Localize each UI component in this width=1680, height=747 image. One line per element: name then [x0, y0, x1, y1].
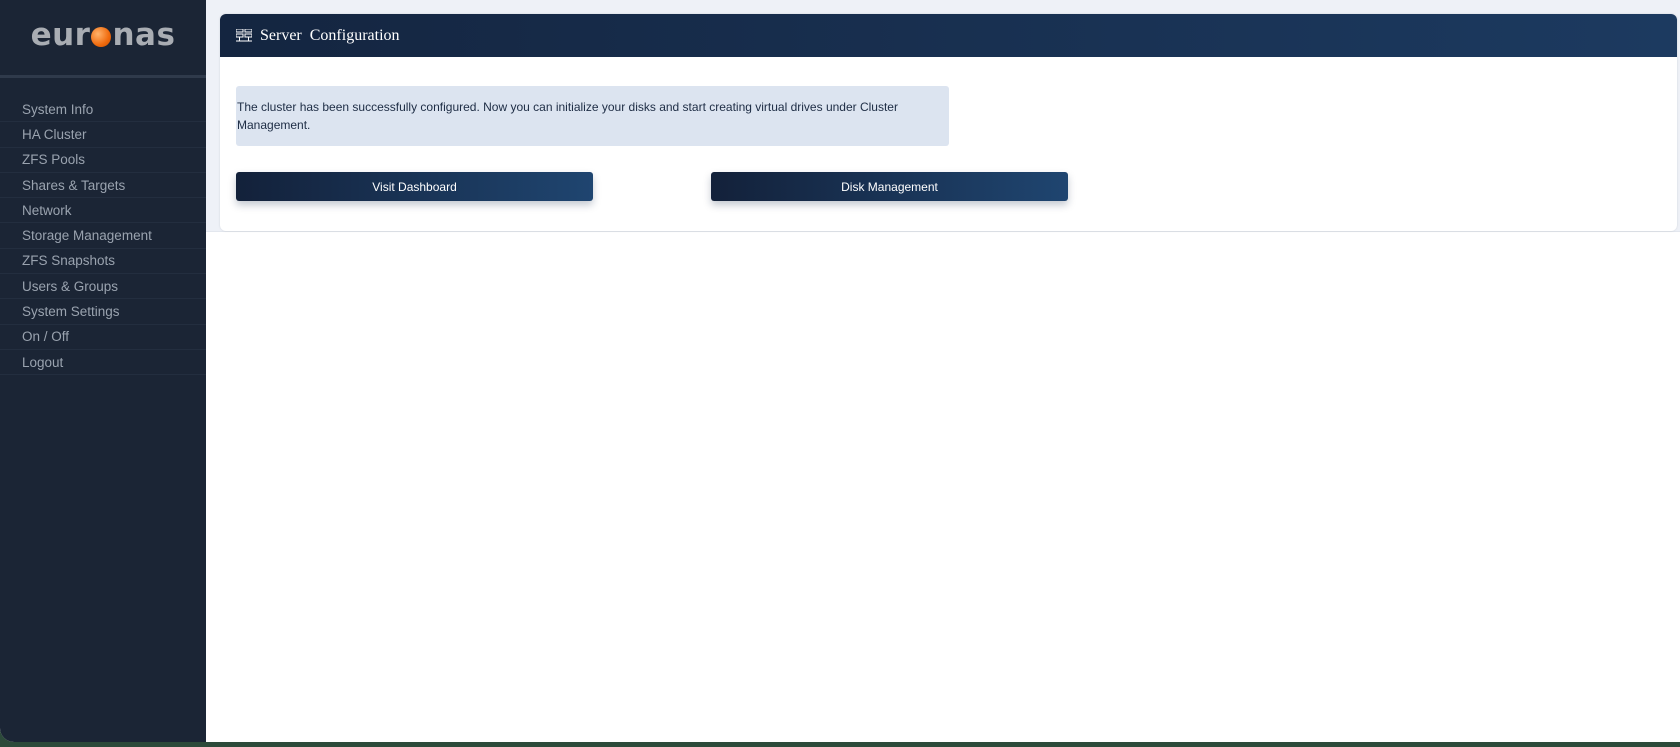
sidebar-item-shares-targets[interactable]: Shares & Targets — [0, 173, 206, 199]
logo-text: eur nas — [31, 17, 176, 53]
sidebar-item-label: On / Off — [22, 329, 70, 345]
sidebar-item-users-groups[interactable]: Users & Groups — [0, 274, 206, 300]
sidebar-item-label: System Info — [22, 101, 94, 117]
sidebar-item-label: ZFS Pools — [22, 152, 86, 168]
page-title: Server Configuration — [260, 26, 400, 44]
sidebar-item-system-info[interactable]: System Info — [0, 97, 206, 123]
sidebar-item-on-off[interactable]: On / Off — [0, 325, 206, 350]
sidebar-item-zfs-snapshots[interactable]: ZFS Snapshots — [0, 249, 206, 275]
sidebar: eur nas System Info HA Cluster ZFS Pools … — [0, 0, 206, 742]
logo-prefix: eur — [30, 16, 91, 53]
panel-header: Server Configuration — [220, 14, 1677, 57]
sidebar-item-label: Storage Management — [22, 228, 152, 244]
sidebar-item-system-settings[interactable]: System Settings — [0, 299, 206, 325]
sidebar-item-label: HA Cluster — [22, 126, 87, 142]
sidebar-item-label: ZFS Snapshots — [22, 253, 116, 269]
sidebar-nav: System Info HA Cluster ZFS Pools Shares … — [0, 97, 206, 376]
success-message: The cluster has been successfully config… — [236, 86, 949, 146]
sidebar-item-zfs-pools[interactable]: ZFS Pools — [0, 148, 206, 173]
disk-management-button[interactable]: Disk Management — [711, 172, 1068, 201]
server-configuration-panel: Server Configuration The cluster has bee… — [220, 14, 1677, 231]
sidebar-item-label: Users & Groups — [22, 278, 119, 294]
sidebar-item-storage-management[interactable]: Storage Management — [0, 223, 206, 249]
visit-dashboard-button[interactable]: Visit Dashboard — [236, 172, 593, 201]
sidebar-item-label: System Settings — [22, 304, 120, 320]
main-content: Server Configuration The cluster has bee… — [206, 0, 1680, 742]
logo: eur nas — [0, 0, 206, 78]
logo-suffix: nas — [112, 16, 176, 53]
sidebar-item-label: Shares & Targets — [22, 177, 126, 193]
server-icon — [236, 28, 252, 41]
sidebar-item-label: Network — [22, 202, 72, 218]
logo-dot-icon — [91, 26, 112, 47]
sidebar-item-label: Logout — [22, 354, 64, 370]
sidebar-item-ha-cluster[interactable]: HA Cluster — [0, 122, 206, 148]
sidebar-item-logout[interactable]: Logout — [0, 350, 206, 376]
app-window: eur nas System Info HA Cluster ZFS Pools … — [0, 0, 1680, 742]
sidebar-item-network[interactable]: Network — [0, 198, 206, 224]
